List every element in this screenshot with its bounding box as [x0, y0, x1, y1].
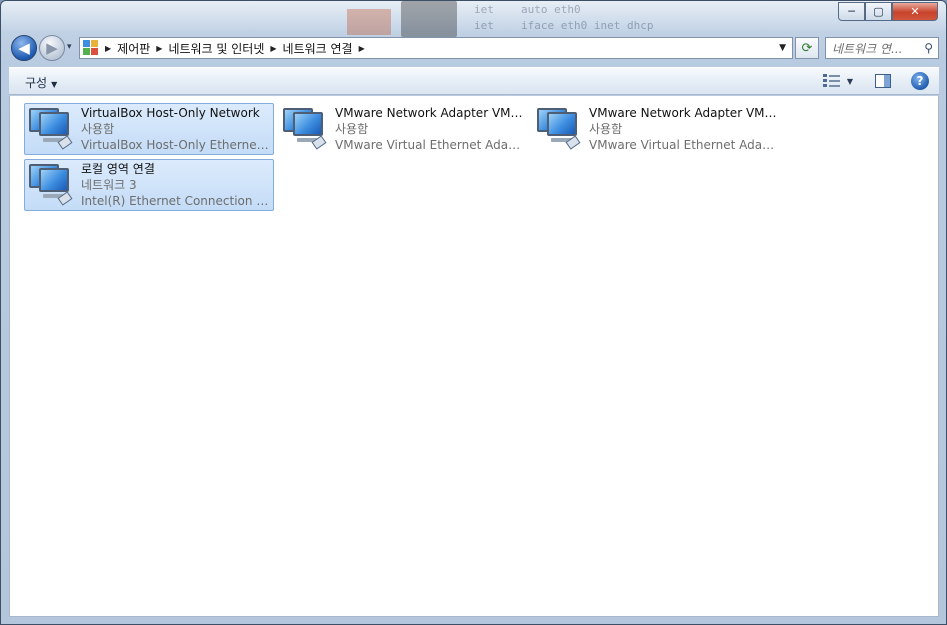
breadcrumb-item-control-panel[interactable]: 제어판	[117, 40, 150, 57]
back-button[interactable]: ◀	[11, 35, 37, 61]
close-button[interactable]: ✕	[892, 2, 938, 21]
network-adapter-icon	[537, 108, 585, 152]
forward-button[interactable]: ▶	[39, 35, 65, 61]
connection-name: VMware Network Adapter VMnet1	[335, 106, 525, 120]
connection-item[interactable]: VMware Network Adapter VMnet8 사용함 VMware…	[532, 103, 782, 155]
organize-label: 구성	[25, 76, 48, 90]
connection-item[interactable]: 로컬 영역 연결 네트워크 3 Intel(R) Ethernet Connec…	[24, 159, 274, 211]
search-box[interactable]: 네트워크 연... ⚲	[825, 37, 939, 59]
breadcrumb-separator[interactable]: ▶	[270, 44, 276, 53]
breadcrumb-item-network-connections[interactable]: 네트워크 연결	[283, 40, 353, 57]
breadcrumb: ▶ 제어판 ▶ 네트워크 및 인터넷 ▶ 네트워크 연결 ▶	[99, 40, 371, 57]
preview-pane-icon[interactable]	[875, 74, 891, 88]
connection-item[interactable]: VMware Network Adapter VMnet1 사용함 VMware…	[278, 103, 528, 155]
help-icon[interactable]: ?	[911, 72, 929, 90]
command-bar: 구성 ▼ ▼ ?	[9, 67, 939, 95]
minimize-button[interactable]: ─	[838, 2, 865, 21]
breadcrumb-item-network-internet[interactable]: 네트워크 및 인터넷	[168, 40, 264, 57]
refresh-button[interactable]: ⟳	[795, 37, 819, 59]
search-icon[interactable]: ⚲	[924, 41, 933, 55]
navigation-bar: ◀ ▶ ▾ ▶ 제어판 ▶ 네트워크 및 인터넷 ▶ 네트워크 연결 ▶ ▼ ⟳	[1, 34, 946, 62]
command-bar-right: ▼ ?	[822, 72, 929, 90]
connection-status: 사용함	[335, 122, 369, 136]
explorer-window: iet auto eth0 iet iface eth0 inet dhcp ─…	[0, 0, 947, 625]
network-adapter-icon	[283, 108, 331, 152]
connection-item[interactable]: VirtualBox Host-Only Network 사용함 Virtual…	[24, 103, 274, 155]
network-adapter-icon	[29, 108, 77, 152]
breadcrumb-separator[interactable]: ▶	[156, 44, 162, 53]
change-view-icon[interactable]	[822, 73, 841, 89]
connection-device: Intel(R) Ethernet Connection I21...	[81, 194, 271, 208]
maximize-button[interactable]: ▢	[865, 2, 892, 21]
connection-status: 사용함	[81, 122, 115, 136]
background-text: iface eth0 inet dhcp	[521, 19, 654, 32]
chevron-down-icon: ▼	[51, 80, 58, 89]
breadcrumb-separator[interactable]: ▶	[105, 44, 111, 53]
recent-pages-dropdown[interactable]: ▾	[67, 42, 72, 52]
background-text: iet	[474, 3, 494, 16]
address-bar[interactable]: ▶ 제어판 ▶ 네트워크 및 인터넷 ▶ 네트워크 연결 ▶ ▼	[79, 37, 793, 59]
window-controls: ─ ▢ ✕	[838, 2, 938, 21]
organize-button[interactable]: 구성 ▼	[25, 74, 57, 91]
connection-status: 사용함	[589, 122, 623, 136]
breadcrumb-separator[interactable]: ▶	[359, 44, 365, 53]
network-adapter-icon	[29, 164, 77, 208]
background-window-ghost	[347, 9, 391, 35]
connection-status: 네트워크 3	[81, 178, 137, 192]
control-panel-icon	[83, 40, 99, 56]
connection-device: VMware Virtual Ethernet Adapter...	[335, 138, 525, 152]
connection-device: VirtualBox Host-Only Ethernet A...	[81, 138, 271, 152]
background-text: iet	[474, 19, 494, 32]
view-options-dropdown[interactable]: ▼	[847, 77, 853, 86]
background-window-ghost	[401, 1, 457, 37]
connection-name: VMware Network Adapter VMnet8	[589, 106, 779, 120]
address-history-dropdown[interactable]: ▼	[779, 43, 786, 53]
connection-name: VirtualBox Host-Only Network	[81, 106, 260, 120]
title-bar[interactable]: iet auto eth0 iet iface eth0 inet dhcp ─…	[1, 1, 946, 37]
connections-list: VirtualBox Host-Only Network 사용함 Virtual…	[9, 96, 939, 617]
background-text: auto eth0	[521, 3, 581, 16]
connection-device: VMware Virtual Ethernet Adapter...	[589, 138, 779, 152]
connection-name: 로컬 영역 연결	[81, 162, 155, 176]
search-placeholder: 네트워크 연...	[832, 41, 903, 56]
